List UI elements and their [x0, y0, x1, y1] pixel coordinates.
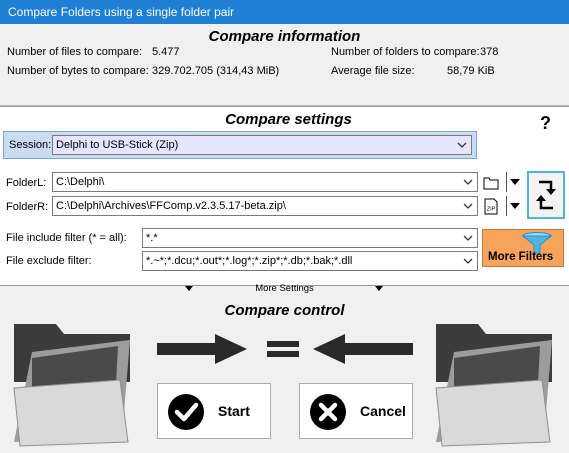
zip-file-icon[interactable]: ZIP	[482, 196, 500, 216]
compare-settings-title: Compare settings	[225, 111, 352, 128]
folders-value: 378	[480, 46, 499, 58]
left-folder-icon	[13, 324, 130, 447]
session-row: Session: Delphi to USB-Stick (Zip)	[3, 131, 477, 159]
right-folder-icon	[435, 324, 552, 447]
swap-folders-button[interactable]	[527, 171, 565, 219]
files-value: 5.477	[152, 46, 180, 58]
compare-control-title: Compare control	[224, 302, 345, 319]
compare-settings-panel: Compare settings ? Session: Delphi to US…	[0, 106, 569, 294]
include-filter-label: File include filter (* = all):	[6, 232, 127, 244]
session-combo[interactable]: Delphi to USB-Stick (Zip)	[52, 135, 472, 155]
compare-information-title: Compare information	[208, 28, 361, 45]
zip-badge: ZIP	[487, 207, 496, 213]
chevron-down-icon	[463, 203, 473, 209]
start-button[interactable]: Start	[157, 383, 271, 439]
swap-arrows-icon	[536, 180, 556, 210]
more-filters-label: More Filters	[488, 251, 554, 263]
compare-arrows-icon	[157, 334, 413, 364]
folderL-value: C:\Delphi\	[56, 176, 105, 188]
folderR-value: C:\Delphi\Archives\FFComp.v2.3.5.17-beta…	[56, 200, 286, 212]
exclude-filter-value: *.~*;*.dcu;*.out*;*.log*;*.zip*;*.db;*.b…	[146, 255, 353, 267]
folderL-label: FolderL:	[6, 177, 47, 189]
compare-control-panel: Compare control Start Cancel	[0, 298, 569, 453]
expand-triangle-icon	[375, 286, 383, 291]
folders-label: Number of folders to compare:	[331, 46, 480, 58]
session-value: Delphi to USB-Stick (Zip)	[56, 139, 179, 151]
exclude-filter-label: File exclude filter:	[6, 255, 92, 267]
exclude-filter-combo[interactable]: *.~*;*.dcu;*.out*;*.log*;*.zip*;*.db;*.b…	[142, 251, 478, 271]
include-filter-combo[interactable]: *.*	[142, 228, 478, 248]
folder-browse-icon[interactable]	[482, 172, 500, 192]
files-label: Number of files to compare:	[7, 46, 143, 58]
folderR-combo[interactable]: C:\Delphi\Archives\FFComp.v2.3.5.17-beta…	[52, 196, 478, 216]
close-icon	[310, 394, 346, 430]
include-filter-value: *.*	[146, 232, 158, 244]
cancel-button[interactable]: Cancel	[299, 383, 413, 439]
chevron-down-icon	[463, 179, 473, 185]
window-title: Compare Folders using a single folder pa…	[0, 0, 569, 24]
folderL-history-dropdown[interactable]	[506, 172, 520, 192]
folderL-combo[interactable]: C:\Delphi\	[52, 172, 478, 192]
compare-information-panel: Compare information Number of files to c…	[0, 24, 569, 106]
more-filters-button[interactable]: More Filters	[482, 229, 564, 267]
folderR-history-dropdown[interactable]	[506, 196, 520, 216]
help-button[interactable]: ?	[540, 113, 551, 134]
chevron-down-icon	[463, 258, 473, 264]
folderR-label: FolderR:	[6, 201, 49, 213]
cancel-label: Cancel	[360, 403, 406, 419]
more-settings-bar[interactable]: More Settings	[0, 283, 569, 295]
average-size-value: 58,79 KiB	[447, 65, 495, 77]
bytes-label: Number of bytes to compare:	[7, 65, 149, 77]
average-size-label: Average file size:	[331, 65, 415, 77]
bytes-value: 329.702.705 (314,43 MiB)	[152, 65, 280, 77]
checkmark-icon	[168, 394, 204, 430]
start-label: Start	[218, 403, 250, 419]
chevron-down-icon	[463, 235, 473, 241]
session-label: Session:	[9, 139, 52, 151]
more-settings-label: More Settings	[255, 283, 314, 294]
chevron-down-icon	[457, 142, 467, 148]
